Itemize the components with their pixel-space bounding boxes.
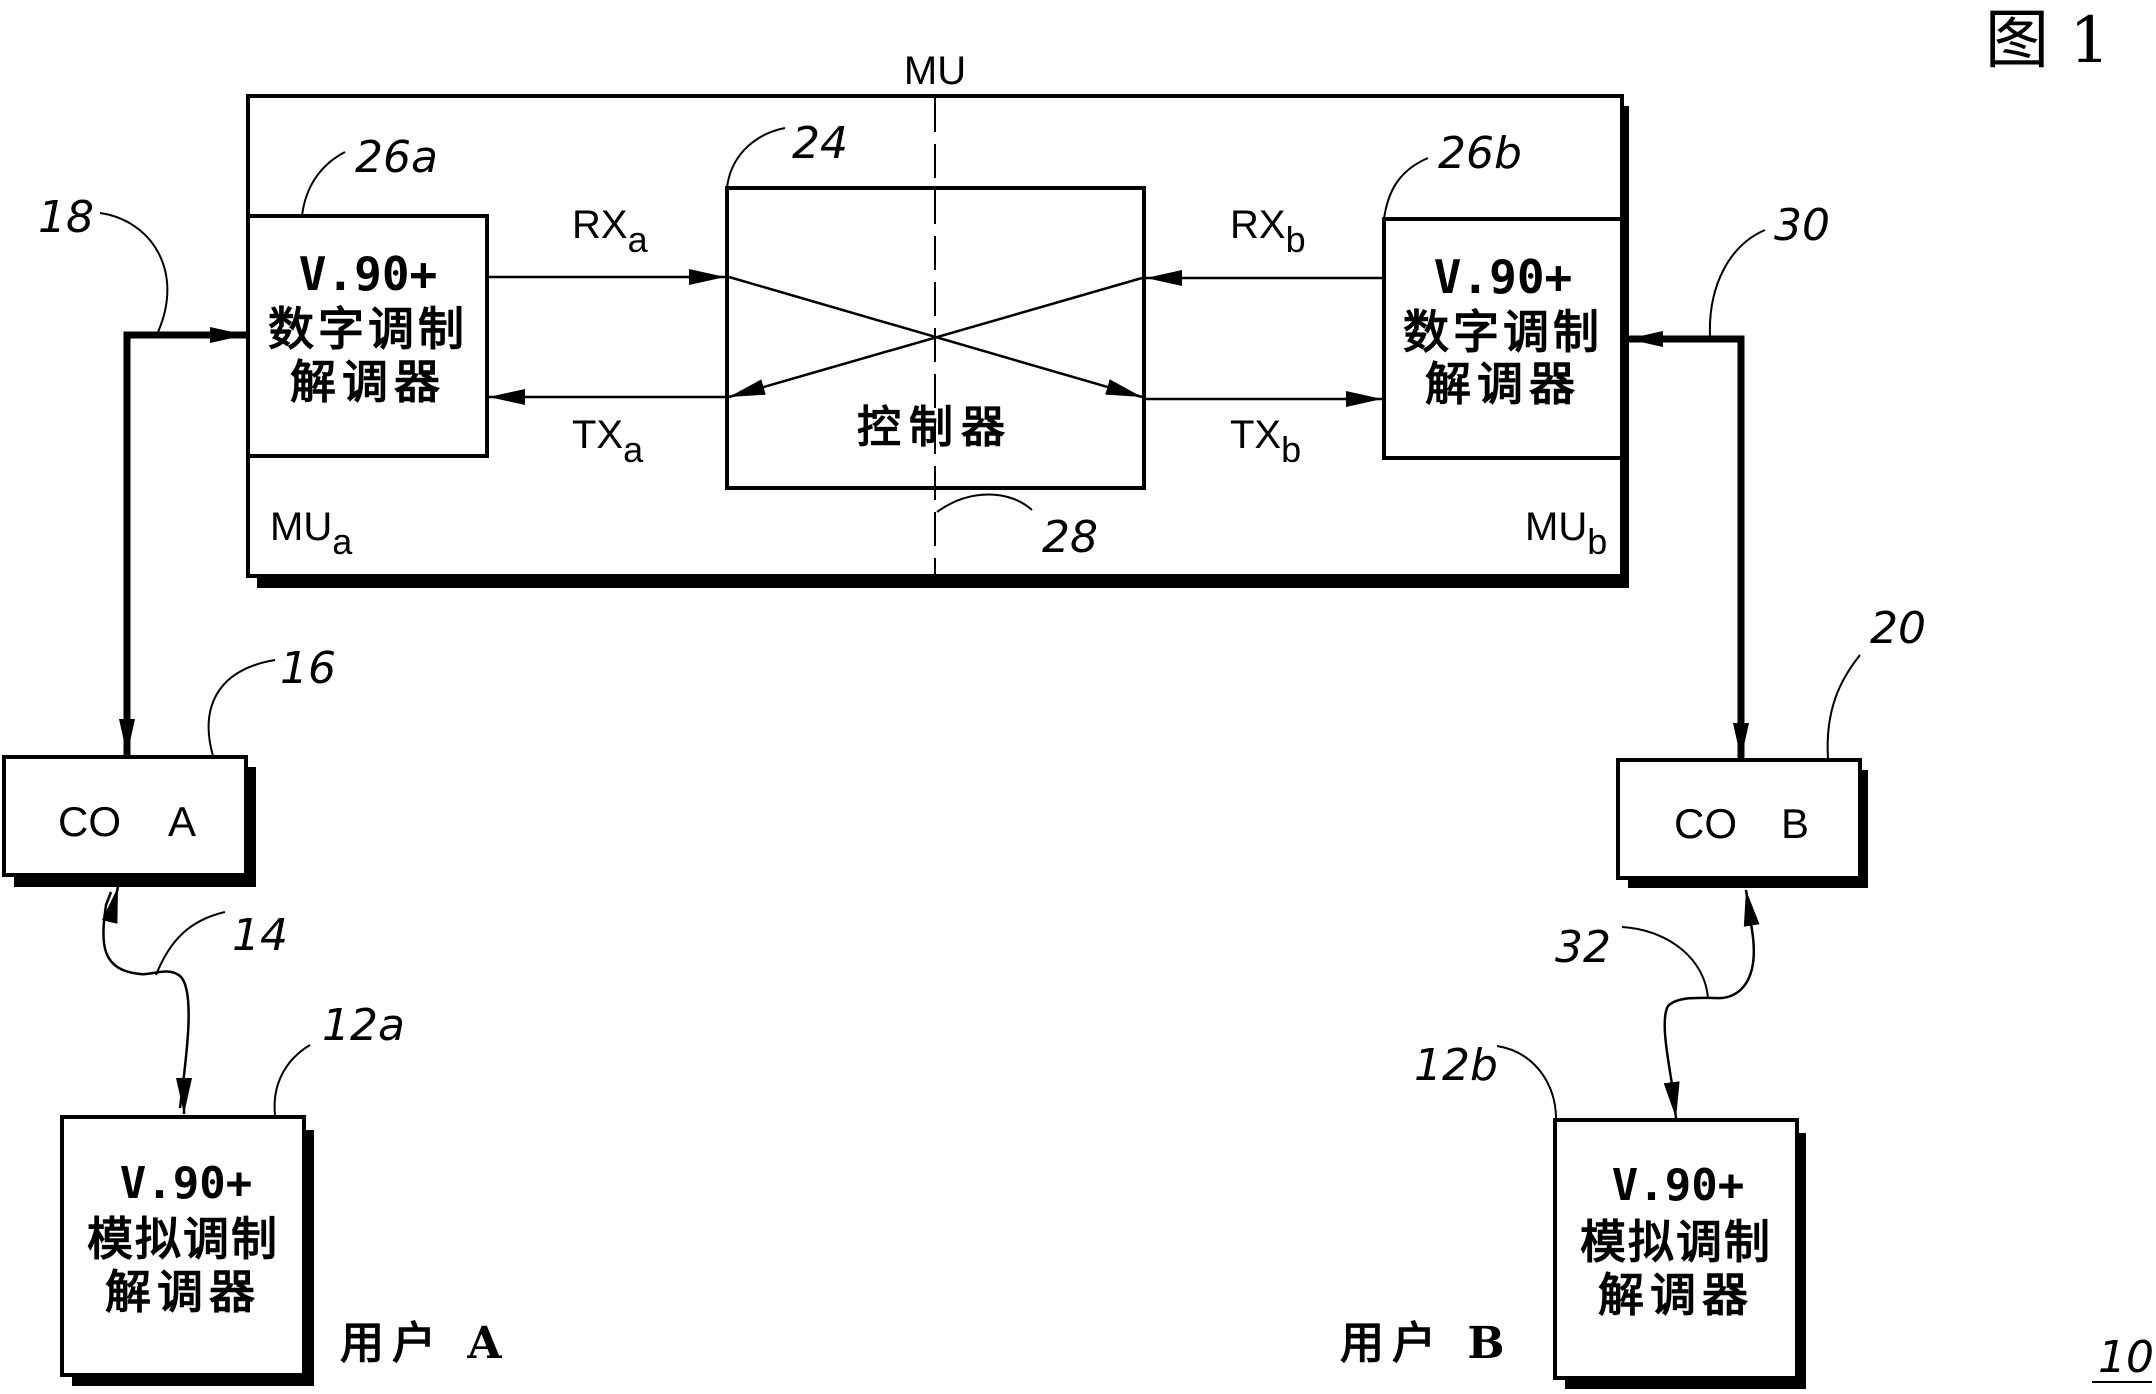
ref-32: 32: [1555, 922, 1611, 973]
ref-32-leader: [1621, 926, 1709, 999]
analog-modem-b-line2: 模拟调制: [1580, 1215, 1772, 1269]
ref-26a: 26a: [355, 132, 438, 183]
co-b-label-letter: B: [1781, 800, 1809, 847]
analog-modem-a-line2: 模拟调制: [87, 1212, 279, 1266]
patent-figure: 图 1 10 MU MUa MUb 28 V.90+ 数字调制 解调器 26a …: [2, 4, 2154, 1389]
co-a-box: [2, 755, 248, 877]
ref-20-leader: [1826, 654, 1861, 760]
co-b-label-co: CO: [1674, 800, 1737, 847]
ref-26b: 26b: [1438, 128, 1522, 179]
link-18: 18: [38, 192, 246, 755]
ref-16: 16: [280, 643, 336, 694]
link-14-arrow-up: [101, 886, 120, 924]
ref-12a-leader: [273, 1044, 311, 1116]
link-18-line: [123, 331, 212, 745]
link-14: 14: [101, 886, 288, 1114]
digital-modem-a-line1: V.90+: [299, 247, 437, 301]
ref-20: 20: [1870, 603, 1926, 654]
ref-14: 14: [232, 910, 288, 961]
analog-modem-a-line1: V.90+: [120, 1158, 252, 1209]
co-a: CO A 16: [2, 643, 336, 887]
figure-ref-number: 10: [2098, 1332, 2154, 1383]
controller-label: 控制器: [857, 402, 1013, 453]
ref-30-leader: [1708, 229, 1766, 338]
co-a-label-letter: A: [168, 798, 196, 845]
digital-modem-b-line2: 数字调制: [1403, 305, 1603, 359]
link-30: 30: [1627, 200, 1830, 759]
ref-24: 24: [792, 118, 848, 169]
co-a-label-co: CO: [58, 798, 121, 845]
digital-modem-b-line1: V.90+: [1434, 250, 1572, 304]
link-32-line: [1663, 904, 1755, 1109]
ref-18: 18: [38, 192, 94, 243]
analog-modem-b-line3: 解调器: [1598, 1268, 1754, 1322]
mu-title: MU: [904, 49, 966, 93]
ref-14-leader: [155, 911, 226, 976]
co-b-box: [1616, 758, 1862, 880]
co-b: CO B 20: [1616, 603, 1926, 888]
analog-modem-b-line1: V.90+: [1612, 1160, 1744, 1211]
user-a-label: 用户 A: [340, 1318, 509, 1369]
link-30-line: [1665, 335, 1745, 750]
ref-12b-leader: [1496, 1045, 1557, 1119]
analog-modem-a-line3: 解调器: [105, 1265, 261, 1319]
ref-12b: 12b: [1414, 1040, 1498, 1091]
ref-30: 30: [1774, 200, 1830, 251]
ref-12a: 12a: [322, 1000, 405, 1051]
digital-modem-b-line3: 解调器: [1425, 357, 1581, 411]
link-32: 32: [1555, 889, 1760, 1119]
link-14-line: [102, 891, 190, 1109]
digital-modem-a-line2: 数字调制: [268, 302, 468, 356]
figure-label: 图 1: [1985, 4, 2110, 78]
digital-modem-a-line3: 解调器: [290, 355, 446, 409]
user-b-label: 用户 B: [1340, 1318, 1513, 1369]
ref-18-leader: [99, 212, 169, 333]
ref-28: 28: [1042, 512, 1098, 563]
ref-16-leader: [207, 659, 276, 757]
